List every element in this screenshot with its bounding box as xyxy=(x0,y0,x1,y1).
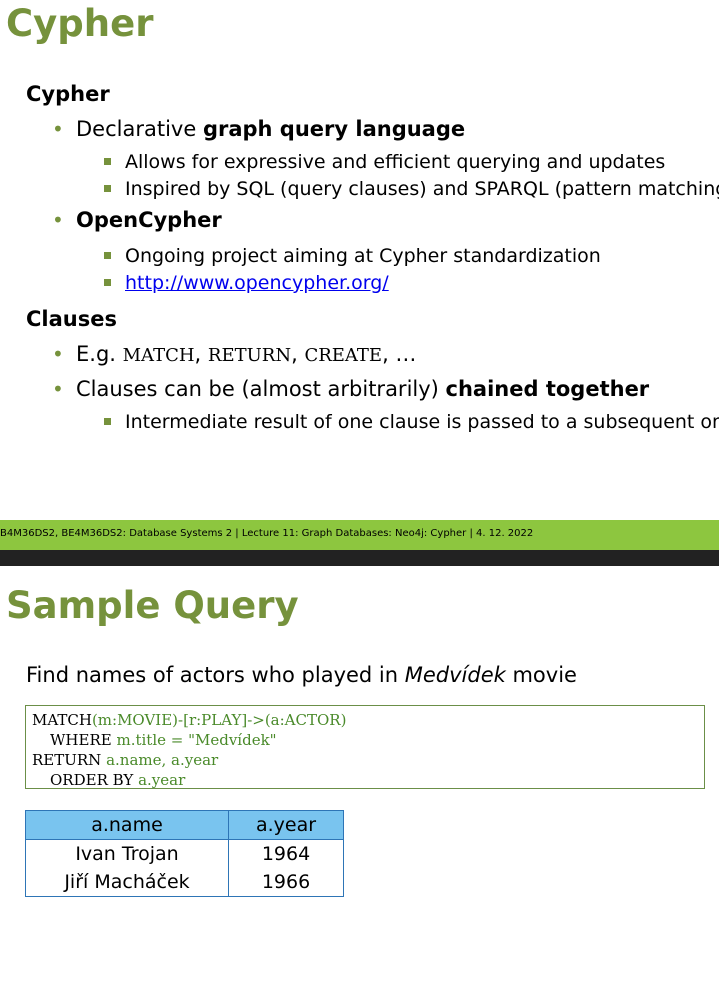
slide-title-sample-query: Sample Query xyxy=(6,584,299,627)
bullet-dot-icon: • xyxy=(52,377,64,401)
table-row: Ivan Trojan 1964 xyxy=(25,839,344,868)
opencypher-link[interactable]: http://www.opencypher.org/ xyxy=(125,272,389,294)
query-code-box: MATCH(m:MOVIE)-[r:PLAY]->(a:ACTOR) WHERE… xyxy=(25,705,705,789)
bullet-declarative: • Declarative graph query language xyxy=(52,117,466,141)
slide-title: Cypher xyxy=(6,2,154,45)
bullet-dot-icon: • xyxy=(52,117,64,141)
square-bullet-icon xyxy=(104,279,111,286)
footer-text: B4M36DS2, BE4M36DS2: Database Systems 2 … xyxy=(0,528,534,539)
query-line-order-by: ORDER BY a.year xyxy=(50,771,186,789)
result-table: a.name a.year Ivan Trojan 1964 Jiří Mach… xyxy=(25,810,344,897)
sub-bullet-link: http://www.opencypher.org/ xyxy=(104,272,389,294)
query-line-match: MATCH(m:MOVIE)-[r:PLAY]->(a:ACTOR) xyxy=(32,711,347,729)
square-bullet-icon xyxy=(104,158,111,165)
section-heading-clauses: Clauses xyxy=(26,307,117,331)
cell-name: Jiří Macháček xyxy=(25,868,229,897)
code-match: MATCH xyxy=(122,345,195,366)
column-header-year: a.year xyxy=(228,810,344,840)
slide-separator xyxy=(0,550,719,566)
code-create: CREATE xyxy=(304,345,383,366)
sub-bullet-intermediate: Intermediate result of one clause is pas… xyxy=(104,411,719,433)
table-row: Jiří Macháček 1966 xyxy=(25,868,344,897)
bullet-chained: • Clauses can be (almost arbitrarily) cha… xyxy=(52,377,650,401)
cell-name: Ivan Trojan xyxy=(25,839,229,868)
sub-bullet-expressive: Allows for expressive and efficient quer… xyxy=(104,151,665,173)
section-heading-cypher: Cypher xyxy=(26,82,110,106)
bullet-dot-icon: • xyxy=(52,208,64,232)
query-line-return: RETURN a.name, a.year xyxy=(32,751,219,769)
square-bullet-icon xyxy=(104,418,111,425)
query-line-where: WHERE m.title = "Medvídek" xyxy=(50,731,277,749)
sub-bullet-inspired: Inspired by SQL (query clauses) and SPAR… xyxy=(104,178,719,200)
column-header-name: a.name xyxy=(25,810,229,840)
sub-bullet-ongoing: Ongoing project aiming at Cypher standar… xyxy=(104,245,601,267)
square-bullet-icon xyxy=(104,252,111,259)
table-header-row: a.name a.year xyxy=(25,810,344,840)
cell-year: 1964 xyxy=(228,839,344,868)
bullet-eg-clauses: • E.g. MATCH, RETURN, CREATE, … xyxy=(52,342,417,366)
cell-year: 1966 xyxy=(228,868,344,897)
bullet-opencypher: • OpenCypher xyxy=(52,208,222,232)
code-return: RETURN xyxy=(207,345,292,366)
bullet-dot-icon: • xyxy=(52,342,64,366)
square-bullet-icon xyxy=(104,185,111,192)
query-description: Find names of actors who played in Medví… xyxy=(26,663,577,687)
